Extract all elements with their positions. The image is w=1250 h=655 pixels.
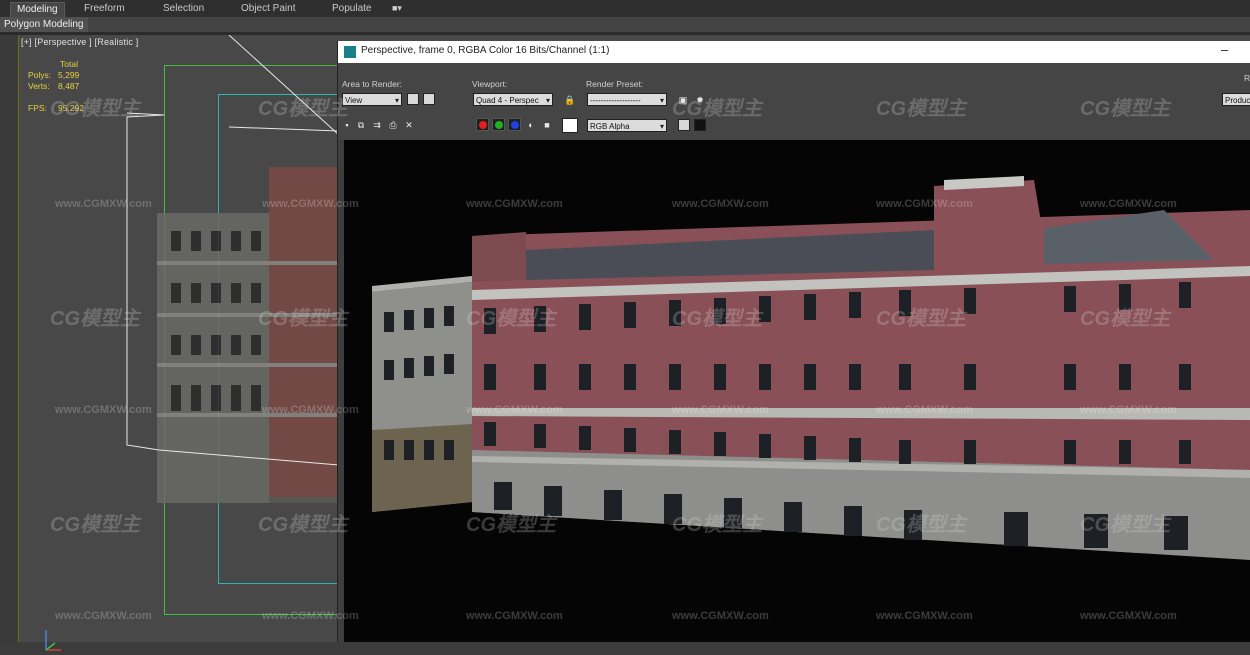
green-channel-toggle[interactable]	[492, 118, 505, 131]
render-window-title: Perspective, frame 0, RGBA Color 16 Bits…	[361, 45, 610, 56]
tab-freeform[interactable]: Freeform	[78, 2, 131, 16]
render-toolbar: Area to Render: View ▾ Viewport: Quad 4 -…	[338, 63, 1250, 140]
area-to-render-value: View	[345, 96, 363, 105]
render-window-titlebar[interactable]: Perspective, frame 0, RGBA Color 16 Bits…	[338, 41, 1250, 63]
ribbon-panel: Polygon Modeling	[0, 17, 1250, 32]
copy-image-icon[interactable]: ⧉	[356, 120, 366, 130]
background-swatch[interactable]	[562, 118, 578, 133]
ribbon-tab-bar: Modeling Freeform Selection Object Paint…	[0, 0, 1250, 18]
render-canvas[interactable]	[344, 140, 1250, 642]
channel-select[interactable]: RGB Alpha ▾	[587, 119, 667, 132]
edit-region-icon[interactable]	[407, 93, 419, 105]
clone-window-icon[interactable]: ⇉	[372, 120, 382, 130]
save-image-icon[interactable]: ▪	[342, 120, 352, 130]
polygon-modeling-label[interactable]: Polygon Modeling	[0, 17, 88, 32]
rendered-building-image	[372, 176, 1250, 560]
chevron-down-icon: ▾	[545, 96, 550, 105]
monochrome-icon[interactable]: ■	[542, 120, 552, 130]
display-channel-icon[interactable]	[678, 119, 690, 131]
tab-populate[interactable]: Populate	[326, 2, 377, 16]
left-toolbar-strip	[0, 35, 18, 642]
area-to-render-label: Area to Render:	[342, 79, 403, 89]
viewport-select[interactable]: Quad 4 - Perspec ▾	[473, 93, 553, 106]
render-button[interactable]: R	[1244, 73, 1250, 83]
render-frame-window[interactable]: Perspective, frame 0, RGBA Color 16 Bits…	[337, 41, 1250, 642]
tab-modeling[interactable]: Modeling	[10, 2, 65, 17]
environment-icon[interactable]: ✹	[695, 95, 705, 105]
clear-icon[interactable]: ✕	[404, 120, 414, 130]
selection-wireframe	[126, 35, 340, 466]
blue-channel-toggle[interactable]	[508, 118, 521, 131]
print-image-icon[interactable]: ⎙	[388, 120, 398, 130]
toggle-ui-icon[interactable]	[694, 119, 706, 131]
app-logo-icon	[344, 46, 356, 58]
channel-value: RGB Alpha	[590, 122, 630, 131]
lock-icon[interactable]: 🔒	[564, 95, 575, 105]
alpha-channel-icon[interactable]: ◖	[525, 120, 535, 130]
render-setup-icon[interactable]: ▣	[678, 95, 688, 105]
tab-selection[interactable]: Selection	[157, 2, 210, 16]
render-preset-select[interactable]: ------------------- ▾	[587, 93, 667, 106]
viewport-select-value: Quad 4 - Perspec	[476, 96, 539, 105]
auto-region-icon[interactable]	[423, 93, 435, 105]
chevron-down-icon: ▾	[659, 96, 664, 105]
render-preset-label: Render Preset:	[586, 79, 644, 89]
render-preset-value: -------------------	[590, 96, 641, 105]
ribbon-menu-icon[interactable]: ■▾	[392, 3, 412, 15]
minimize-icon[interactable]: –	[1221, 42, 1228, 57]
viewport-select-label: Viewport:	[472, 79, 508, 89]
production-value: Producti	[1225, 96, 1250, 105]
chevron-down-icon: ▾	[659, 122, 664, 131]
chevron-down-icon: ▾	[394, 96, 399, 105]
area-to-render-select[interactable]: View ▾	[342, 93, 402, 106]
tab-object-paint[interactable]: Object Paint	[235, 2, 301, 16]
axis-gizmo-icon	[45, 630, 61, 651]
production-select[interactable]: Producti	[1222, 93, 1250, 106]
red-channel-toggle[interactable]	[476, 118, 489, 131]
